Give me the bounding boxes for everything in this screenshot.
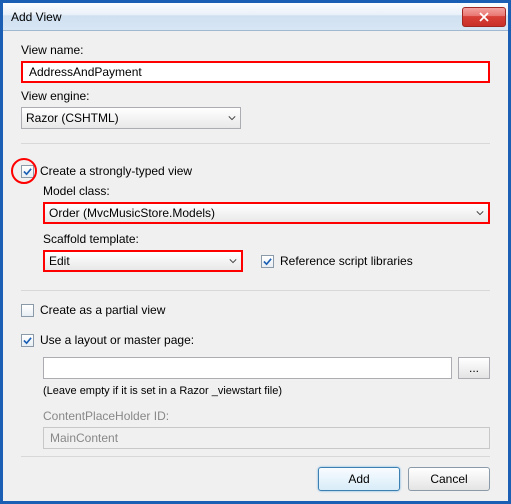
partial-view-checkbox[interactable] <box>21 304 34 317</box>
dialog-content: View name: View engine: Razor (CSHTML) C… <box>3 31 508 501</box>
view-name-input[interactable] <box>21 61 490 83</box>
layout-path-input[interactable] <box>43 357 452 379</box>
separator <box>21 143 490 144</box>
chevron-down-icon <box>228 114 236 122</box>
ref-scripts-checkbox[interactable] <box>261 255 274 268</box>
browse-button[interactable]: ... <box>458 357 490 379</box>
cph-input <box>43 427 490 449</box>
view-engine-select[interactable]: Razor (CSHTML) <box>21 107 241 129</box>
cancel-button[interactable]: Cancel <box>408 467 490 491</box>
scaffold-value: Edit <box>49 254 70 268</box>
add-view-dialog: Add View View name: View engine: Razor (… <box>0 0 511 504</box>
ref-scripts-label: Reference script libraries <box>280 254 413 268</box>
close-icon <box>479 12 489 22</box>
strongly-typed-label: Create a strongly-typed view <box>40 164 192 178</box>
view-engine-label: View engine: <box>21 89 490 103</box>
chevron-down-icon <box>229 257 237 265</box>
strongly-typed-checkbox[interactable] <box>21 165 34 178</box>
dialog-footer: Add Cancel <box>21 456 490 491</box>
separator <box>21 290 490 291</box>
scaffold-label: Scaffold template: <box>43 232 490 246</box>
titlebar: Add View <box>3 3 508 31</box>
check-icon <box>263 257 272 266</box>
use-layout-checkbox[interactable] <box>21 334 34 347</box>
cph-label: ContentPlaceHolder ID: <box>43 409 490 423</box>
layout-hint: (Leave empty if it is set in a Razor _vi… <box>43 385 490 397</box>
check-icon <box>23 167 32 176</box>
model-class-select[interactable]: Order (MvcMusicStore.Models) <box>43 202 490 224</box>
use-layout-label: Use a layout or master page: <box>40 333 194 347</box>
window-title: Add View <box>11 10 462 24</box>
check-icon <box>23 336 32 345</box>
scaffold-select[interactable]: Edit <box>43 250 243 272</box>
close-button[interactable] <box>462 7 506 27</box>
model-class-value: Order (MvcMusicStore.Models) <box>49 206 215 220</box>
view-engine-value: Razor (CSHTML) <box>26 111 119 125</box>
model-class-label: Model class: <box>43 184 490 198</box>
chevron-down-icon <box>476 209 484 217</box>
view-name-label: View name: <box>21 43 490 57</box>
add-button[interactable]: Add <box>318 467 400 491</box>
partial-view-label: Create as a partial view <box>40 303 165 317</box>
